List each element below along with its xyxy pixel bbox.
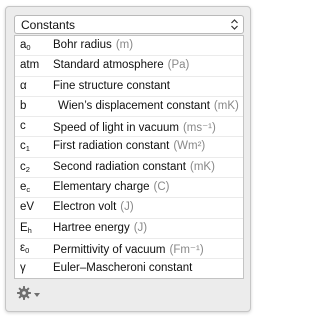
constant-name: Elementary charge — [53, 181, 150, 194]
gear-icon — [17, 286, 31, 300]
constant-row[interactable]: Eh Hartree energy (J) — [15, 219, 243, 239]
constant-name-cell: Hartree energy (J) — [53, 222, 147, 234]
constant-unit: (mK) — [213, 99, 239, 112]
constant-unit: (ms⁻¹) — [182, 122, 216, 135]
constant-symbol-subscript: 0 — [25, 245, 30, 255]
constant-row[interactable]: c Speed of light in vacuum (ms⁻¹) — [15, 117, 243, 138]
constant-symbol-base: c — [20, 120, 26, 133]
constant-name-cell: Standard atmosphere (Pa) — [53, 59, 189, 71]
constant-symbol-subscript: 0 — [26, 43, 31, 52]
constant-row[interactable]: atm Standard atmosphere (Pa) — [15, 56, 243, 77]
constant-row[interactable]: ε0 Permittivity of vacuum (Fm⁻¹) — [15, 239, 243, 260]
constant-symbol-subscript: h — [27, 225, 32, 235]
constant-symbol-subscript: 2 — [25, 164, 30, 174]
constant-symbol: eV — [20, 201, 50, 213]
constant-symbol: ε0 — [20, 242, 50, 255]
constant-row[interactable]: b Wien’s displacement constant (mK) — [15, 97, 243, 118]
constant-name: Fine structure constant — [53, 79, 170, 92]
constant-name: Standard atmosphere — [53, 59, 164, 72]
constant-name-cell: Wien’s displacement constant (mK) — [58, 100, 239, 112]
constant-unit: (C) — [153, 181, 170, 194]
constant-symbol: ec — [20, 181, 50, 194]
constant-name: Speed of light in vacuum — [53, 122, 179, 135]
constant-row[interactable]: c1 First radiation constant (Wm²) — [15, 137, 243, 158]
constant-symbol: c2 — [20, 161, 50, 174]
constant-name: Second radiation constant — [53, 160, 186, 173]
constant-symbol-subscript: c — [26, 185, 31, 195]
constant-name-cell: Euler–Mascheroni constant — [53, 262, 192, 274]
constant-name: First radiation constant — [53, 140, 170, 153]
constants-list: a0 Bohr radius (m) atm Standard atmosphere (P… — [14, 35, 244, 279]
constant-name-cell: Speed of light in vacuum (ms⁻¹) — [53, 120, 216, 134]
constant-unit: (J) — [120, 201, 134, 214]
chevron-up-down-icon — [231, 19, 238, 30]
constant-name: Euler–Mascheroni constant — [53, 262, 193, 275]
constant-symbol: c1 — [20, 140, 50, 153]
constant-symbol-base: γ — [20, 262, 26, 275]
constant-symbol: b — [20, 100, 50, 112]
constant-unit: (Pa) — [167, 59, 190, 72]
constant-row[interactable]: a0 Bohr radius (m) — [15, 36, 243, 57]
constant-symbol: atm — [20, 59, 50, 71]
constant-symbol-base: eV — [20, 201, 35, 214]
constant-row[interactable]: c2 Second radiation constant (mK) — [15, 158, 243, 179]
dropdown-label: Constants — [21, 18, 76, 32]
constant-name-cell: Fine structure constant — [53, 80, 170, 92]
constant-symbol: a0 — [20, 39, 50, 52]
constant-symbol: α — [20, 80, 50, 92]
constant-unit: (J) — [133, 221, 148, 234]
constant-name: Bohr radius — [53, 39, 112, 51]
constant-row[interactable]: γ Euler–Mascheroni constant — [15, 259, 243, 278]
constant-unit: (Fm⁻¹) — [169, 243, 204, 256]
caret-down-icon — [34, 293, 40, 297]
constant-symbol: c — [20, 120, 50, 132]
constant-symbol-base: atm — [20, 59, 40, 72]
constant-row[interactable]: ec Elementary charge (C) — [15, 178, 243, 199]
constant-symbol-base: E — [20, 221, 28, 234]
constant-row[interactable]: eV Electron volt (J) — [15, 198, 243, 219]
constant-symbol-base: α — [20, 79, 27, 92]
constant-name: Permittivity of vacuum — [53, 243, 166, 256]
constant-name-cell: Permittivity of vacuum (Fm⁻¹) — [53, 242, 204, 256]
constant-unit: (mK) — [189, 160, 215, 173]
constant-symbol: Eh — [20, 222, 50, 235]
constants-panel: Constants a0 Bohr radius (m) atm Standard at… — [5, 6, 251, 312]
constant-name: Hartree energy — [53, 221, 130, 234]
constant-name-cell: Second radiation constant (mK) — [53, 161, 215, 173]
constant-unit: (Wm²) — [173, 140, 206, 153]
constant-name: Wien’s displacement constant — [58, 99, 210, 112]
constant-name: Electron volt — [53, 201, 117, 214]
constant-name-cell: Elementary charge (C) — [53, 181, 170, 193]
constants-category-dropdown[interactable]: Constants — [14, 15, 244, 34]
constant-symbol-base: b — [20, 99, 27, 112]
constant-row[interactable]: α Fine structure constant — [15, 77, 243, 97]
constant-name-cell: Electron volt (J) — [53, 201, 134, 213]
constant-name-cell: Bohr radius (m) — [53, 39, 133, 51]
action-menu-button[interactable] — [16, 285, 42, 303]
constant-symbol-subscript: 1 — [25, 144, 30, 154]
constant-symbol: γ — [20, 262, 50, 274]
constant-name-cell: First radiation constant (Wm²) — [53, 140, 205, 152]
constant-unit: (m) — [115, 39, 134, 51]
